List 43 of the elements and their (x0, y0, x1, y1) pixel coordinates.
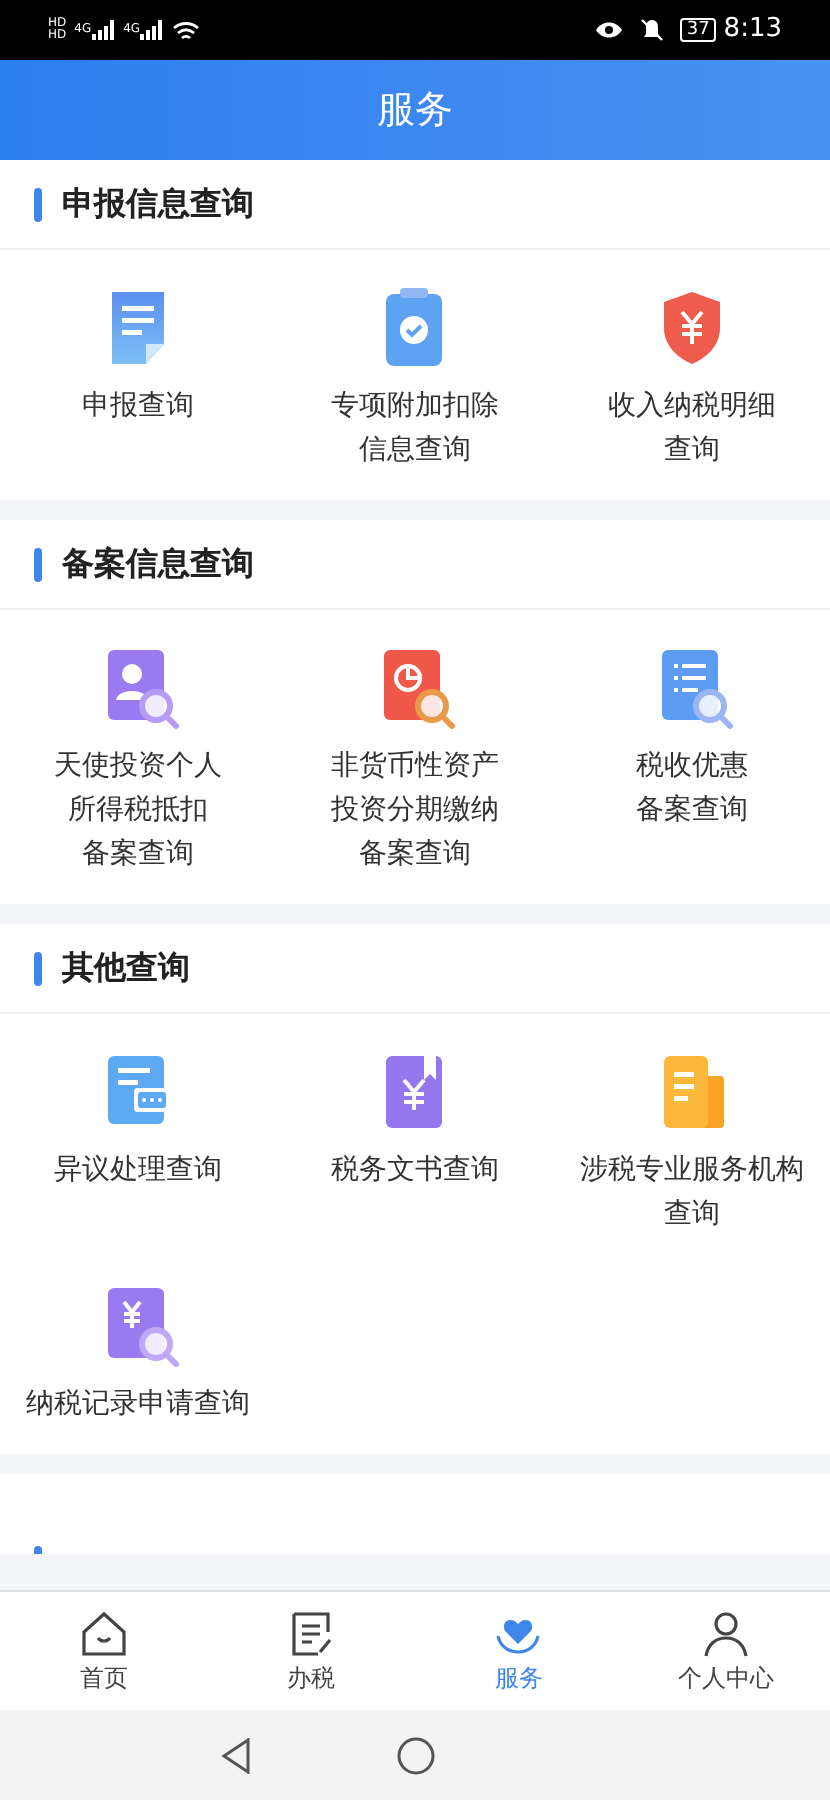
section-marker (34, 187, 42, 221)
page-title: 服务 (377, 85, 453, 136)
tab[interactable]: 个人中心 (622, 1592, 830, 1710)
signal-icon (91, 20, 116, 40)
service-item[interactable]: 涉税专业服务机构 查询 (553, 1014, 830, 1248)
service-item[interactable]: 天使投资个人 所得税抵扣 备案查询 (0, 610, 277, 888)
service-item[interactable]: 税务文书查询 (276, 1014, 554, 1248)
section-marker (34, 1546, 42, 1554)
item-label: 涉税专业服务机构 查询 (579, 1152, 804, 1234)
item-label: 异议处理查询 (54, 1152, 223, 1190)
tab[interactable]: 办税 (207, 1592, 415, 1710)
service-item[interactable]: 税收优惠 备案查询 (553, 610, 830, 888)
battery-level: 37 (680, 18, 716, 42)
service-item[interactable]: 异议处理查询 (0, 1014, 277, 1248)
item-label: 非货币性资产 投资分期缴纳 备案查询 (330, 748, 499, 874)
section-title: 申报信息查询 (62, 182, 254, 226)
tab[interactable]: 服务 (415, 1592, 623, 1710)
service-item[interactable]: 收入纳税明细 查询 (553, 250, 830, 484)
item-label: 纳税记录申请查询 (26, 1386, 251, 1424)
muted-bell-icon (640, 18, 665, 42)
item-label: 申报查询 (82, 388, 195, 426)
item-label: 收入纳税明细 查询 (607, 388, 776, 470)
service-item[interactable]: 非货币性资产 投资分期缴纳 备案查询 (276, 610, 554, 888)
tab[interactable]: 首页 (0, 1592, 208, 1710)
section-title: 其他查询 (62, 946, 190, 990)
section-marker (34, 951, 42, 985)
wifi-icon (172, 19, 201, 41)
item-label: 专项附加扣除 信息查询 (330, 388, 499, 470)
section-marker (34, 547, 42, 581)
time: 8:13 (723, 12, 782, 49)
service-item[interactable]: 申报查询 (0, 250, 277, 484)
item-label: 税务文书查询 (330, 1152, 499, 1190)
service-item[interactable]: 专项附加扣除 信息查询 (276, 250, 554, 484)
service-item[interactable]: 纳税记录申请查询 (0, 1248, 277, 1438)
section-title: 备案信息查询 (62, 542, 254, 586)
item-label: 税收优惠 备案查询 (635, 748, 748, 830)
home-icon (77, 1607, 130, 1659)
eye-icon (594, 20, 625, 40)
item-label: 天使投资个人 所得税抵扣 备案查询 (54, 748, 223, 874)
signal-icon (140, 20, 165, 40)
home-circle-icon[interactable] (396, 1735, 436, 1775)
back-icon[interactable] (220, 1737, 252, 1773)
person-icon (700, 1607, 753, 1659)
